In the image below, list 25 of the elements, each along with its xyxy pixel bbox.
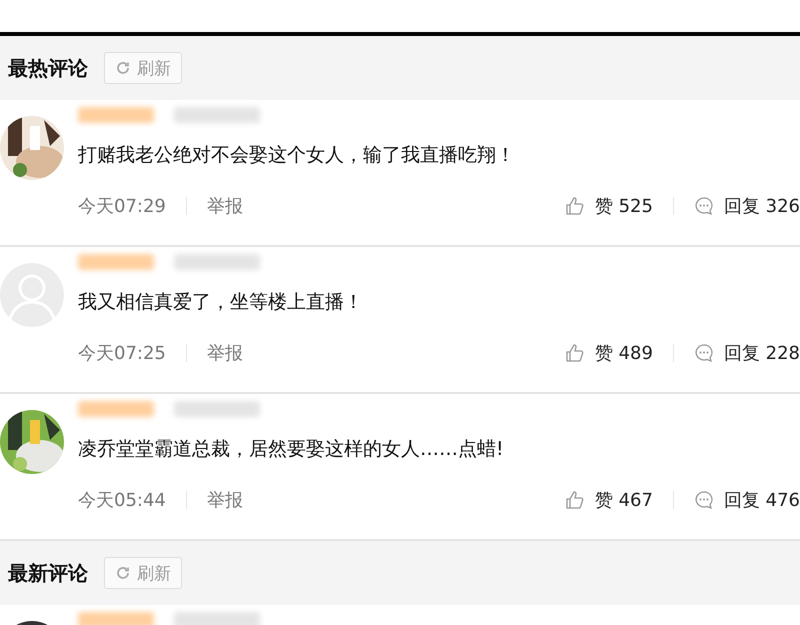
comment-icon xyxy=(694,343,714,363)
comment-text: 我又相信真爱了，坐等楼上直播！ xyxy=(78,290,364,315)
thumbs-up-icon xyxy=(564,490,585,510)
reply-button[interactable]: 回复 228 xyxy=(694,341,800,365)
comment-text: 打赌我老公绝对不会娶这个女人，输了我直播吃翔！ xyxy=(78,143,516,168)
like-button[interactable]: 赞 489 xyxy=(564,341,653,365)
comment-time: 今天07:29 xyxy=(78,195,166,218)
thumbs-up-icon xyxy=(564,343,585,363)
thumbs-up-icon xyxy=(564,196,585,216)
comment-icon xyxy=(694,196,714,216)
refresh-icon xyxy=(115,565,131,581)
comment-time: 今天05:44 xyxy=(78,489,166,512)
section-title: 最新评论 xyxy=(8,560,88,586)
reply-button[interactable]: 回复 476 xyxy=(694,488,800,512)
report-link[interactable]: 举报 xyxy=(206,341,243,365)
comment-text: 凌乔堂堂霸道总裁，居然要娶这样的女人……点蜡! xyxy=(78,437,505,462)
refresh-icon xyxy=(115,60,131,76)
comment-icon xyxy=(694,490,714,510)
report-link[interactable]: 举报 xyxy=(206,488,243,512)
reply-button[interactable]: 回复 326 xyxy=(694,194,800,218)
like-button[interactable]: 赞 467 xyxy=(564,488,653,512)
comment-time: 今天07:25 xyxy=(78,342,166,365)
section-title: 最热评论 xyxy=(8,54,88,82)
like-button[interactable]: 赞 525 xyxy=(564,194,653,218)
report-link[interactable]: 举报 xyxy=(206,194,243,218)
